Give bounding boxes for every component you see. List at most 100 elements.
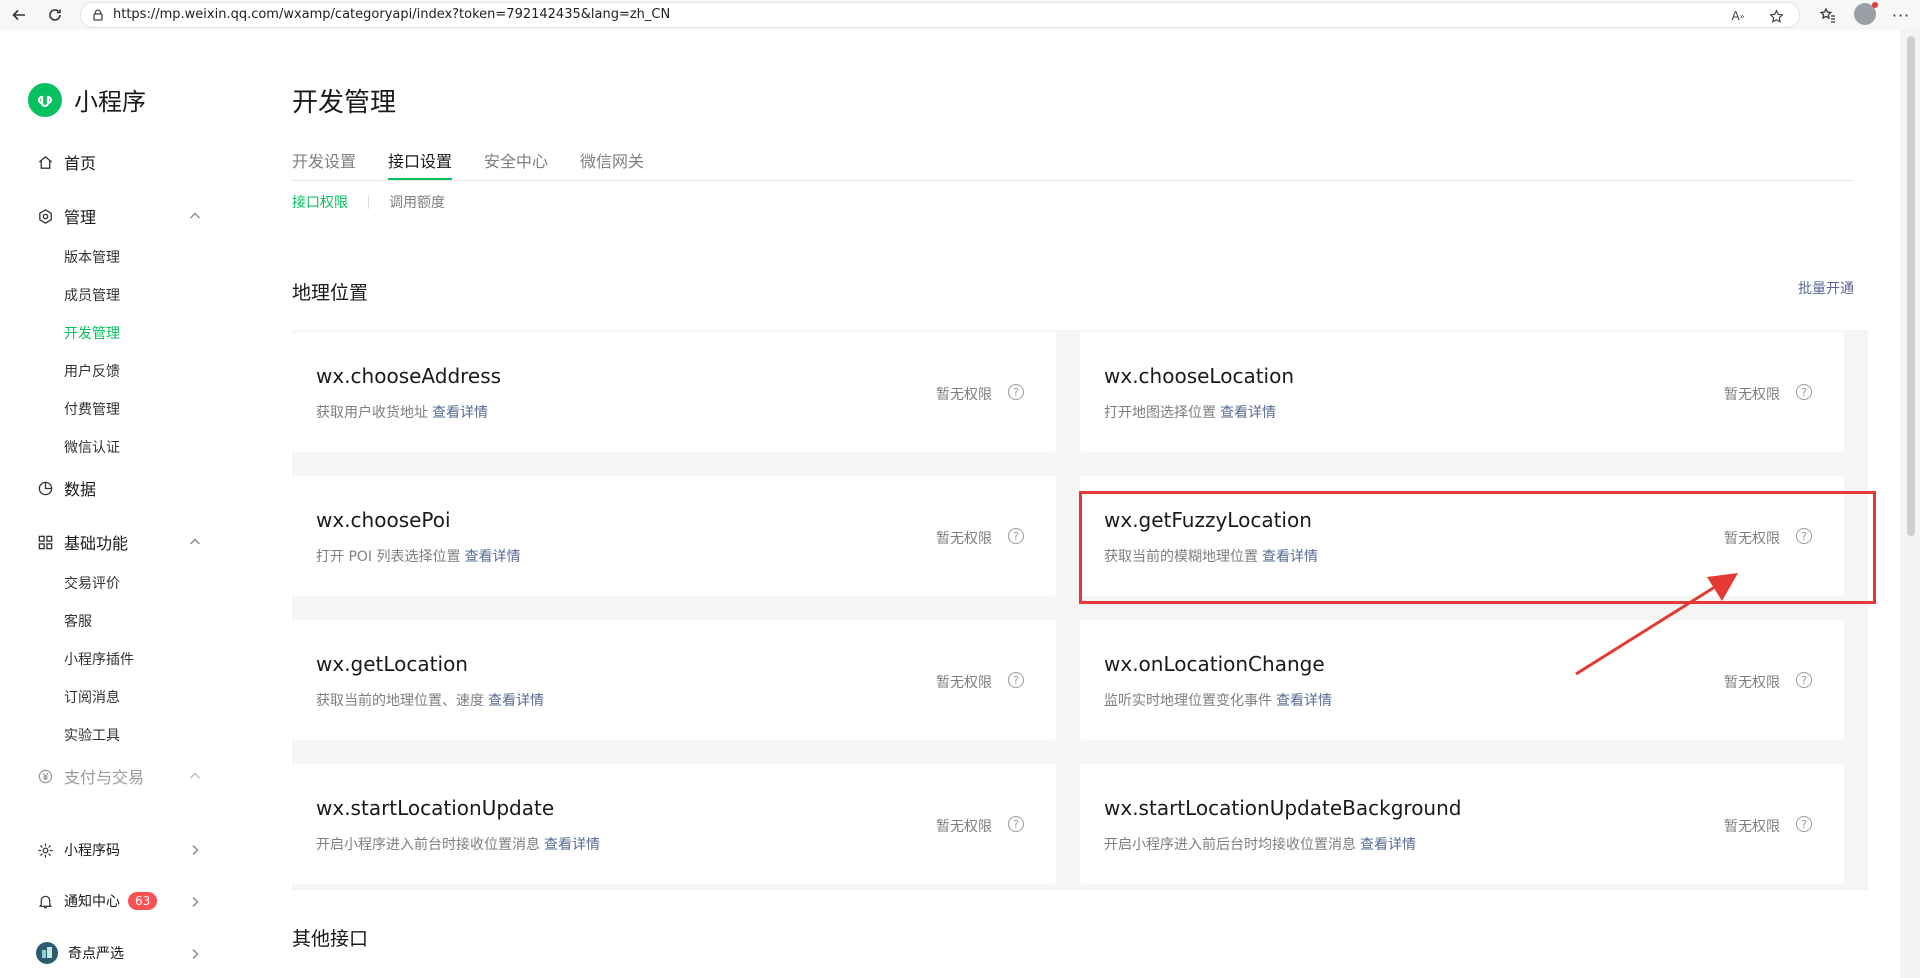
- brand[interactable]: 小程序: [28, 82, 146, 117]
- subtab-bar: 接口权限 调用额度: [292, 192, 445, 212]
- view-detail-link[interactable]: 查看详情: [1360, 837, 1416, 853]
- api-card[interactable]: wx.choosePoi 打开 POI 列表选择位置 查看详情 暂无权限?: [292, 476, 1056, 596]
- api-card[interactable]: wx.onLocationChange 监听实时地理位置变化事件 查看详情 暂无权限?: [1080, 620, 1844, 740]
- pie-chart-icon: [36, 479, 54, 497]
- api-card[interactable]: wx.getFuzzyLocation 获取当前的模糊地理位置 查看详情 暂无权限?: [1080, 476, 1844, 596]
- scrollbar-thumb[interactable]: [1907, 36, 1915, 536]
- permission-status: 暂无权限: [936, 531, 992, 547]
- chevron-up-icon[interactable]: [188, 208, 202, 222]
- subtab-quota[interactable]: 调用额度: [389, 192, 445, 212]
- sidebar-item-members[interactable]: 成员管理: [64, 285, 120, 305]
- api-name: wx.startLocationUpdateBackground: [1104, 796, 1462, 820]
- sidebar-item-qrcode[interactable]: 小程序码: [36, 840, 120, 860]
- help-circle-icon[interactable]: ?: [1796, 816, 1812, 832]
- api-card[interactable]: wx.getLocation 获取当前的地理位置、速度 查看详情 暂无权限?: [292, 620, 1056, 740]
- sidebar-item-plugins[interactable]: 小程序插件: [64, 649, 134, 669]
- help-circle-icon[interactable]: ?: [1796, 528, 1812, 544]
- tabs-divider: [292, 180, 1854, 181]
- help-circle-icon[interactable]: ?: [1796, 384, 1812, 400]
- profile-avatar-icon[interactable]: [1854, 2, 1878, 25]
- sidebar-item-label: 通知中心: [64, 894, 120, 910]
- tab-security[interactable]: 安全中心: [484, 148, 548, 180]
- api-name: wx.choosePoi: [316, 508, 451, 532]
- help-circle-icon[interactable]: ?: [1008, 672, 1024, 688]
- read-aloud-icon[interactable]: A»: [1729, 7, 1747, 25]
- api-description: 获取用户收货地址 查看详情: [316, 402, 488, 422]
- sidebar-item-subscribe[interactable]: 订阅消息: [64, 687, 120, 707]
- view-detail-link[interactable]: 查看详情: [1262, 549, 1318, 565]
- sidebar-item-account[interactable]: 奇点严选: [36, 942, 124, 964]
- sidebar-item-home[interactable]: 首页: [36, 150, 96, 174]
- help-circle-icon[interactable]: ?: [1008, 528, 1024, 544]
- view-detail-link[interactable]: 查看详情: [432, 405, 488, 421]
- permission-status: 暂无权限: [1724, 387, 1780, 403]
- api-card[interactable]: wx.startLocationUpdate 开启小程序进入前台时接收位置消息 查看…: [292, 764, 1056, 884]
- sidebar-item-version[interactable]: 版本管理: [64, 247, 120, 267]
- sidebar-group-basic[interactable]: 基础功能: [36, 530, 128, 554]
- page-title: 开发管理: [292, 88, 397, 118]
- chevron-up-icon[interactable]: [188, 534, 202, 548]
- tab-gateway[interactable]: 微信网关: [580, 148, 644, 180]
- sidebar-item-feedback[interactable]: 用户反馈: [64, 361, 120, 381]
- sidebar-item-label: 奇点严选: [68, 946, 124, 962]
- view-detail-link[interactable]: 查看详情: [488, 693, 544, 709]
- sidebar-item-data[interactable]: 数据: [36, 476, 96, 500]
- sidebar-item-verification[interactable]: 微信认证: [64, 437, 120, 457]
- sun-code-icon: [36, 841, 54, 859]
- sidebar-group-manage[interactable]: 管理: [36, 204, 96, 228]
- api-description: 打开 POI 列表选择位置 查看详情: [316, 546, 521, 566]
- api-description: 获取当前的地理位置、速度 查看详情: [316, 690, 544, 710]
- favorite-star-icon[interactable]: [1767, 7, 1785, 25]
- back-icon[interactable]: [8, 4, 30, 26]
- view-detail-link[interactable]: 查看详情: [1220, 405, 1276, 421]
- api-card[interactable]: wx.chooseAddress 获取用户收货地址 查看详情 暂无权限?: [292, 332, 1056, 452]
- api-card[interactable]: wx.startLocationUpdateBackground 开启小程序进入前…: [1080, 764, 1844, 884]
- api-card[interactable]: wx.chooseLocation 打开地图选择位置 查看详情 暂无权限?: [1080, 332, 1844, 452]
- api-name: wx.chooseLocation: [1104, 364, 1295, 388]
- permission-status: 暂无权限: [936, 819, 992, 835]
- chevron-right-icon[interactable]: [188, 842, 202, 856]
- chevron-right-icon[interactable]: [188, 946, 202, 960]
- favorites-icon[interactable]: [1817, 4, 1839, 26]
- api-description: 监听实时地理位置变化事件 查看详情: [1104, 690, 1332, 710]
- help-circle-icon[interactable]: ?: [1008, 816, 1024, 832]
- api-description-text: 开启小程序进入前后台时均接收位置消息: [1104, 837, 1356, 853]
- sidebar-item-dev-manage[interactable]: 开发管理: [64, 323, 120, 343]
- yuan-icon: [36, 767, 54, 785]
- tab-dev-settings[interactable]: 开发设置: [292, 148, 356, 180]
- help-circle-icon[interactable]: ?: [1796, 672, 1812, 688]
- permission-status: 暂无权限: [1724, 531, 1780, 547]
- api-description-text: 获取当前的模糊地理位置: [1104, 549, 1258, 565]
- permission-status: 暂无权限: [1724, 819, 1780, 835]
- sidebar-item-notifications[interactable]: 通知中心 63: [36, 891, 158, 911]
- miniprogram-logo-icon: [28, 82, 62, 117]
- section-title-other: 其他接口: [292, 928, 369, 950]
- chevron-right-icon[interactable]: [188, 894, 202, 908]
- help-circle-icon[interactable]: ?: [1008, 384, 1024, 400]
- view-detail-link[interactable]: 查看详情: [544, 837, 600, 853]
- sidebar-item-billing[interactable]: 付费管理: [64, 399, 120, 419]
- api-name: wx.getFuzzyLocation: [1104, 508, 1312, 532]
- api-name: wx.startLocationUpdate: [316, 796, 555, 820]
- bell-icon: [36, 892, 54, 910]
- api-description-text: 获取用户收货地址: [316, 405, 428, 421]
- api-name: wx.onLocationChange: [1104, 652, 1325, 676]
- notification-count-badge: 63: [128, 892, 158, 910]
- sidebar-item-lab[interactable]: 实验工具: [64, 725, 120, 745]
- bulk-enable-link[interactable]: 批量开通: [1798, 278, 1854, 298]
- chevron-up-icon[interactable]: [188, 768, 202, 782]
- reload-icon[interactable]: [44, 4, 66, 26]
- view-detail-link[interactable]: 查看详情: [1276, 693, 1332, 709]
- more-menu-icon[interactable]: ···: [1890, 4, 1912, 26]
- address-bar[interactable]: https://mp.weixin.qq.com/wxamp/categorya…: [80, 2, 1800, 28]
- sidebar-item-reviews[interactable]: 交易评价: [64, 573, 120, 593]
- view-detail-link[interactable]: 查看详情: [465, 549, 521, 565]
- url-text: https://mp.weixin.qq.com/wxamp/categorya…: [113, 7, 671, 22]
- subtab-api-permission[interactable]: 接口权限: [292, 192, 348, 212]
- scrollbar[interactable]: [1900, 30, 1920, 978]
- sidebar-group-payment[interactable]: 支付与交易: [36, 764, 144, 788]
- sidebar-item-service[interactable]: 客服: [64, 611, 92, 631]
- tab-api-settings[interactable]: 接口设置: [388, 148, 453, 180]
- api-description: 开启小程序进入前台时接收位置消息 查看详情: [316, 834, 600, 854]
- account-avatar: [36, 942, 58, 964]
